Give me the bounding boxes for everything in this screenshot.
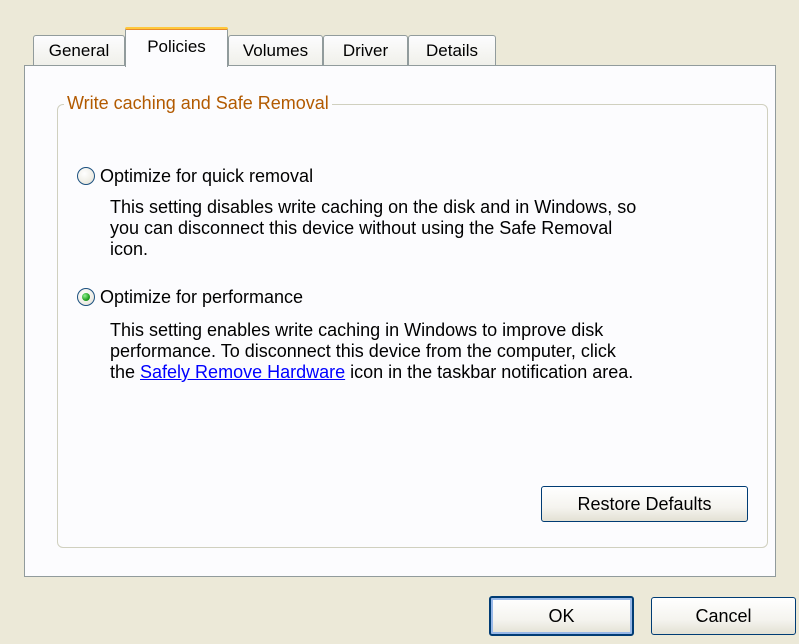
radio-selected-dot [82, 293, 90, 301]
description-text: the [110, 362, 141, 382]
performance-description: This setting enables write caching in Wi… [110, 320, 750, 383]
description-line: the Safely Remove Hardware icon in the t… [110, 362, 750, 383]
device-properties-dialog: General Policies Volumes Driver Details … [0, 0, 799, 644]
description-line: performance. To disconnect this device f… [110, 341, 616, 361]
quick-removal-radio[interactable] [77, 167, 95, 185]
description-line: This setting enables write caching in Wi… [110, 320, 604, 340]
tab-details[interactable]: Details [408, 35, 496, 65]
performance-option[interactable]: Optimize for performance [77, 285, 303, 309]
groupbox-title: Write caching and Safe Removal [64, 91, 332, 115]
tab-driver[interactable]: Driver [323, 35, 408, 65]
restore-defaults-button[interactable]: Restore Defaults [541, 486, 748, 522]
quick-removal-label[interactable]: Optimize for quick removal [100, 164, 313, 188]
description-line: icon. [110, 239, 149, 259]
safely-remove-hardware-link[interactable]: Safely Remove Hardware [140, 362, 345, 382]
performance-radio[interactable] [77, 288, 95, 306]
cancel-button[interactable]: Cancel [651, 597, 796, 635]
description-line: This setting disables write caching on t… [110, 197, 637, 217]
tab-volumes[interactable]: Volumes [228, 35, 323, 65]
tab-general[interactable]: General [33, 35, 125, 65]
quick-removal-option[interactable]: Optimize for quick removal [77, 164, 313, 188]
quick-removal-description: This setting disables write caching on t… [110, 197, 750, 260]
description-text: icon in the taskbar notification area. [345, 362, 634, 382]
performance-label[interactable]: Optimize for performance [100, 285, 303, 309]
ok-button[interactable]: OK [489, 596, 634, 636]
tab-policies[interactable]: Policies [125, 27, 228, 67]
description-line: you can disconnect this device without u… [110, 218, 613, 238]
